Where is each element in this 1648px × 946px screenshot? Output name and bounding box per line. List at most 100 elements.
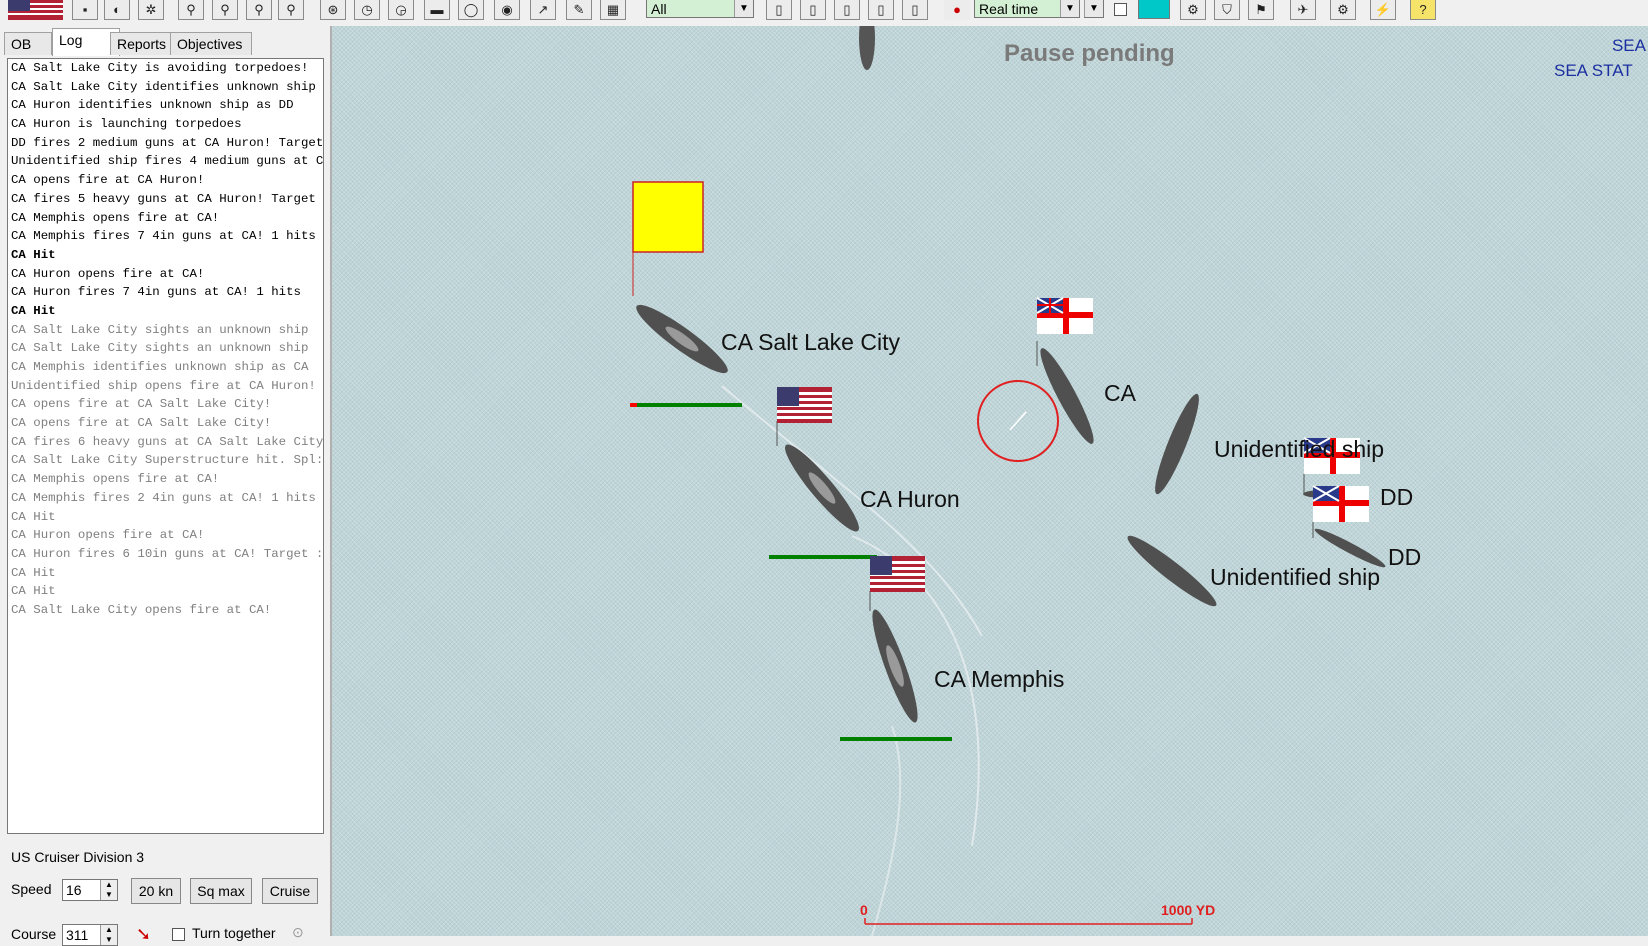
log-entry[interactable]: CA fires 5 heavy guns at CA Huron! Targe… [8,190,323,209]
toolbar-checkbox[interactable] [1114,3,1127,16]
speed-20kn-button[interactable]: 20 kn [131,878,181,904]
objective-marker-icon[interactable] [632,181,704,253]
red-circle-icon[interactable]: ◉ [494,0,520,20]
log-list[interactable]: CA Salt Lake City is avoiding torpedoes!… [7,58,324,834]
log-entry[interactable]: CA Hit [8,564,323,583]
log-entry[interactable]: CA Salt Lake City is avoiding torpedoes! [8,59,323,78]
tab-reports[interactable]: Reports [110,32,176,55]
chevron-down-icon[interactable]: ▼ [734,0,753,17]
help-icon[interactable]: ? [1410,0,1436,20]
ship-memphis[interactable] [865,591,925,726]
ship-huron[interactable] [776,421,866,538]
page-icon[interactable]: ▯ [800,0,826,20]
page-icon[interactable]: ▯ [902,0,928,20]
ship-unidentified-2[interactable] [1122,529,1221,612]
turn-together-checkbox[interactable] [172,928,185,941]
record-icon[interactable]: ● [944,0,970,20]
log-entry[interactable]: CA Salt Lake City sights an unknown ship [8,339,323,358]
ship-label-salt-lake-city[interactable]: CA Salt Lake City [721,329,900,356]
filter-select[interactable]: All ▼ [646,0,754,18]
log-entry[interactable]: CA Salt Lake City Superstructure hit. Sp… [8,451,323,470]
ship-partial[interactable] [859,26,875,70]
zoom-icon[interactable]: ⚲ [278,0,304,20]
log-entry[interactable]: CA Hit [8,246,323,265]
page-icon[interactable]: ▯ [868,0,894,20]
time-select[interactable]: Real time ▼ [974,0,1080,18]
log-entry[interactable]: CA Salt Lake City identifies unknown shi… [8,78,323,97]
speed-dropdown[interactable]: ▼ [1084,0,1104,18]
zoom-in-icon[interactable]: ⚲ [178,0,204,20]
chevron-down-icon[interactable]: ▼ [1060,0,1079,17]
ship-salt-lake-city[interactable] [630,297,734,381]
log-entry[interactable]: CA Hit [8,582,323,601]
log-entry[interactable]: CA Huron fires 7 4in guns at CA! 1 hits [8,283,323,302]
log-entry[interactable]: CA Memphis opens fire at CA! [8,470,323,489]
pencil-icon[interactable]: ✎ [566,0,592,20]
log-entry[interactable]: CA Huron identifies unknown ship as DD [8,96,323,115]
ship-label-dd-2[interactable]: DD [1388,544,1421,571]
log-entry[interactable]: CA opens fire at CA Salt Lake City! [8,414,323,433]
ship-label-huron[interactable]: CA Huron [860,486,960,513]
ship-icon[interactable]: ⊛ [320,0,346,20]
log-entry[interactable]: CA Memphis identifies unknown ship as CA [8,358,323,377]
clock-step-icon[interactable]: ◶ [388,0,414,20]
log-entry[interactable]: CA Salt Lake City opens fire at CA! [8,601,323,620]
log-entry[interactable]: CA Hit [8,302,323,321]
torpedo-icon[interactable]: ↗ [530,0,556,20]
cruise-button[interactable]: Cruise [262,878,318,904]
bomb-icon[interactable]: ◐ [104,0,130,20]
save-icon[interactable]: ▪ [72,0,98,20]
sq-max-button[interactable]: Sq max [190,878,252,904]
shield-icon[interactable]: ⛉ [1214,0,1240,20]
log-entry[interactable]: Unidentified ship opens fire at CA Huron… [8,377,323,396]
log-entry[interactable]: CA fires 6 heavy guns at CA Salt Lake Ci… [8,433,323,452]
log-entry[interactable]: CA Memphis fires 2 4in guns at CA! 1 hit… [8,489,323,508]
ship-enemy-ca[interactable] [1034,341,1101,448]
log-entry[interactable]: CA opens fire at CA Salt Lake City! [8,395,323,414]
ship-unidentified-1[interactable] [1148,391,1205,498]
log-entry[interactable]: CA Memphis fires 7 4in guns at CA! 1 hit… [8,227,323,246]
log-entry[interactable]: CA Huron opens fire at CA! [8,265,323,284]
scale-end-label: 1000 YD [1161,902,1216,918]
plane-icon[interactable]: ✈ [1290,0,1316,20]
cursor-arrow-icon[interactable]: ➘ [136,924,151,945]
green-circle-icon[interactable]: ◯ [458,0,484,20]
spin-arrows-icon[interactable]: ▲ ▼ [100,880,117,900]
log-entry[interactable]: CA opens fire at CA Huron! [8,171,323,190]
chevron-down-icon[interactable]: ▼ [1084,0,1103,17]
settings-icon[interactable]: ⚙ [1330,0,1356,20]
log-entry[interactable]: CA Huron is launching torpedoes [8,115,323,134]
battle-map[interactable]: Pause pending SEA SEA STAT CA Salt Lake … [332,26,1648,936]
ship-label-unidentified-2[interactable]: Unidentified ship [1210,564,1380,591]
color-swatch[interactable] [1138,0,1170,19]
tab-objectives[interactable]: Objectives [170,32,252,55]
log-entry[interactable]: Unidentified ship fires 4 medium guns at… [8,152,323,171]
sight-icon[interactable]: ✲ [138,0,164,20]
ship-label-dd-1[interactable]: DD [1380,484,1413,511]
page-icon[interactable]: ▯ [834,0,860,20]
spin-arrows-icon[interactable]: ▲ ▼ [100,925,117,945]
stop-icon[interactable]: ▬ [424,0,450,20]
page-icon[interactable]: ▯ [766,0,792,20]
course-stepper[interactable]: 311 ▲ ▼ [62,924,118,946]
ship-label-memphis[interactable]: CA Memphis [934,666,1064,693]
log-entry[interactable]: CA Hit [8,508,323,527]
speed-stepper[interactable]: 16 ▲ ▼ [62,879,118,901]
ship-label-unidentified-1[interactable]: Unidentified ship [1214,436,1384,463]
ruler-icon[interactable]: ▦ [600,0,626,20]
log-entry[interactable]: CA Salt Lake City sights an unknown ship [8,321,323,340]
tab-ob[interactable]: OB [4,32,52,55]
log-entry[interactable]: DD fires 2 medium guns at CA Huron! Targ… [8,134,323,153]
clock-icon[interactable]: ◷ [354,0,380,20]
log-entry[interactable]: CA Memphis opens fire at CA! [8,209,323,228]
ship-label-enemy-ca[interactable]: CA [1104,380,1136,407]
us-flag-icon[interactable] [8,0,63,20]
lightning-icon[interactable]: ⚡ [1370,0,1396,20]
log-entry[interactable]: CA Huron opens fire at CA! [8,526,323,545]
turn-icon[interactable]: ⊙ [292,924,304,941]
flag-icon[interactable]: ⚑ [1248,0,1274,20]
zoom-fit-icon[interactable]: ⚲ [246,0,272,20]
log-entry[interactable]: CA Huron fires 6 10in guns at CA! Target… [8,545,323,564]
gear-icon[interactable]: ⚙ [1180,0,1206,20]
zoom-out-icon[interactable]: ⚲ [212,0,238,20]
